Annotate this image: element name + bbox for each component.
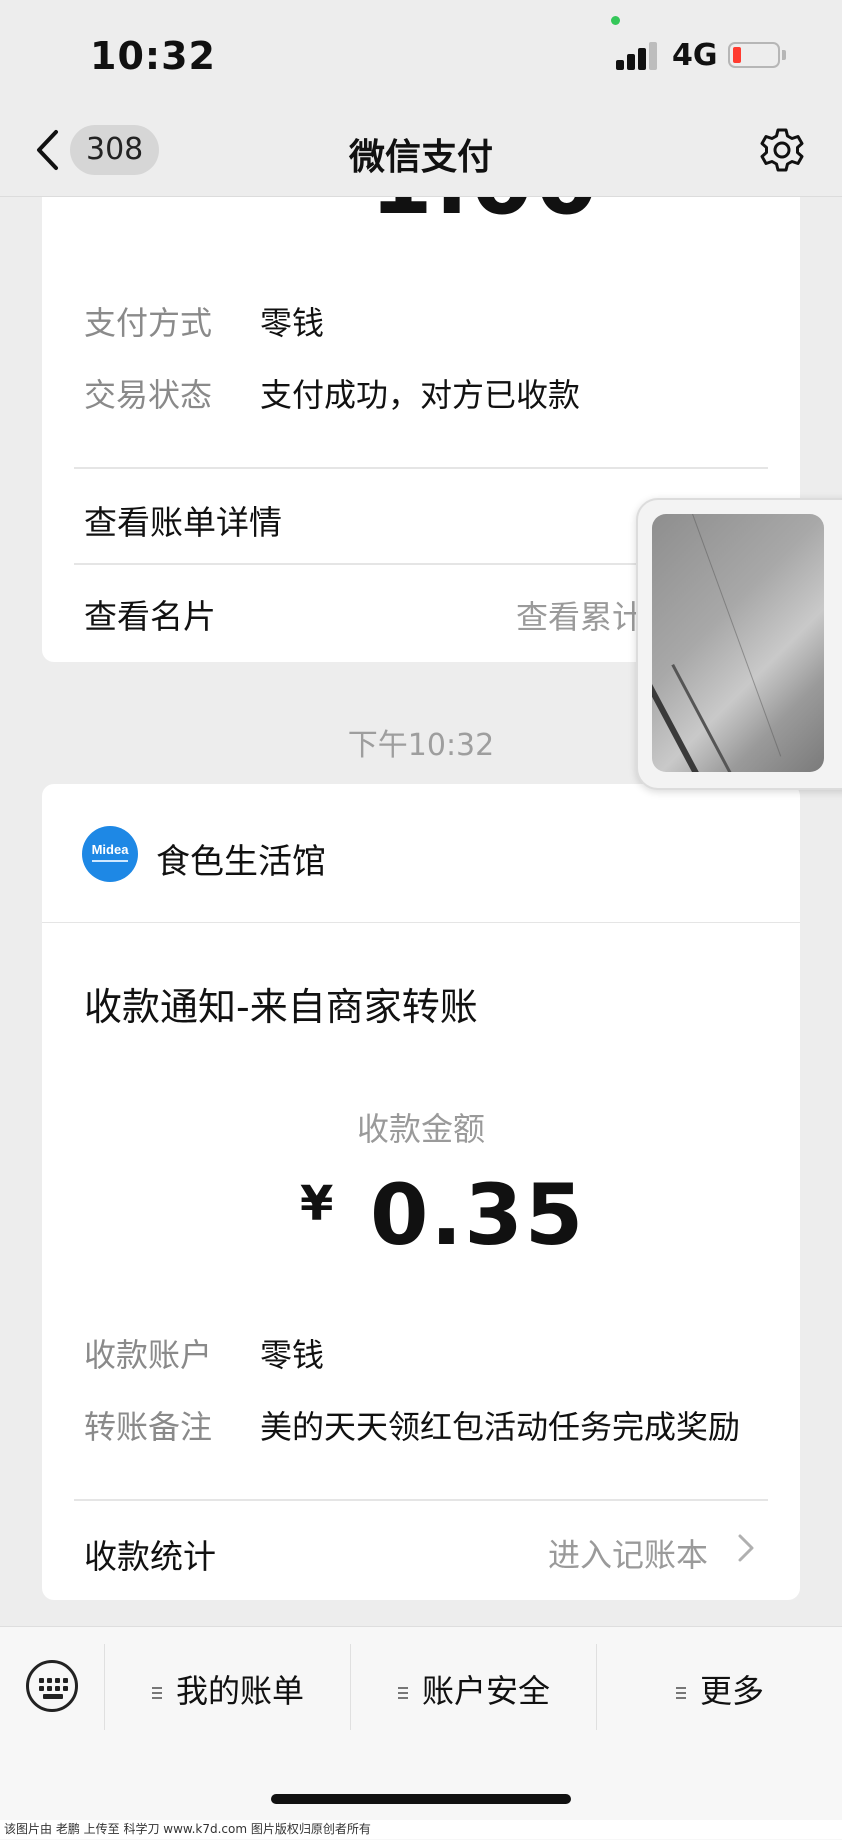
payment-stats-row[interactable]: 收款统计 [84, 1530, 216, 1578]
menu-lines-icon [398, 1684, 408, 1702]
detail-value: 美的天天领红包活动任务完成奖励 [260, 1408, 741, 1446]
camera-indicator-dot [611, 16, 620, 25]
home-indicator[interactable] [271, 1794, 571, 1804]
detail-label: 收款账户 [84, 1336, 213, 1374]
page-title: 微信支付 [348, 137, 493, 178]
view-cumulative-link[interactable]: 查看累计 [516, 592, 644, 638]
menu-more[interactable]: 更多 [676, 1666, 764, 1712]
view-bill-details-row[interactable]: 查看账单详情 [84, 496, 282, 544]
battery-icon [728, 42, 780, 68]
detail-value: 零钱 [260, 304, 325, 342]
menu-lines-icon [152, 1684, 162, 1702]
chevron-right-icon[interactable] [736, 1532, 756, 1564]
view-card-row[interactable]: 查看名片 [84, 590, 216, 638]
merchant-name[interactable]: 食色生活馆 [156, 834, 326, 883]
menu-my-bills[interactable]: 我的账单 [152, 1666, 304, 1712]
merchant-logo: Midea [82, 826, 138, 882]
divider [74, 467, 768, 469]
divider [74, 1499, 768, 1501]
menu-separator [104, 1644, 105, 1730]
detail-value: 支付成功，对方已收款 [260, 376, 581, 414]
merchant-logo-text: Midea [91, 842, 129, 857]
status-time: 10:32 [90, 34, 216, 78]
keyboard-icon[interactable] [26, 1660, 78, 1712]
detail-label: 支付方式 [84, 304, 213, 342]
notice-title: 收款通知-来自商家转账 [84, 985, 478, 1029]
battery-cap [782, 50, 786, 60]
detail-label: 转账备注 [84, 1408, 213, 1446]
amount-label: 收款金额 [356, 1110, 485, 1148]
menu-separator [350, 1644, 351, 1730]
bottom-menu-bar [0, 1626, 842, 1840]
signal-icon [616, 40, 660, 70]
menu-account-security[interactable]: 账户安全 [398, 1666, 550, 1712]
open-ledger-link[interactable]: 进入记账本 [548, 1530, 708, 1576]
menu-label: 我的账单 [176, 1672, 305, 1710]
divider [42, 922, 800, 923]
menu-lines-icon [676, 1684, 686, 1702]
gear-icon[interactable] [758, 126, 806, 174]
menu-label: 更多 [700, 1672, 765, 1710]
menu-label: 账户安全 [422, 1672, 551, 1710]
currency-symbol: ¥ [300, 1176, 334, 1232]
detail-label: 交易状态 [84, 376, 213, 414]
menu-separator [596, 1644, 597, 1730]
detail-value: 零钱 [260, 1336, 325, 1374]
amount-value: 0.35 [370, 1166, 586, 1264]
watermark-text: 该图片由 老鹏 上传至 科学刀 www.k7d.com 图片版权归原创者所有 [0, 1820, 842, 1839]
network-type: 4G [672, 38, 718, 73]
video-preview [652, 514, 824, 772]
